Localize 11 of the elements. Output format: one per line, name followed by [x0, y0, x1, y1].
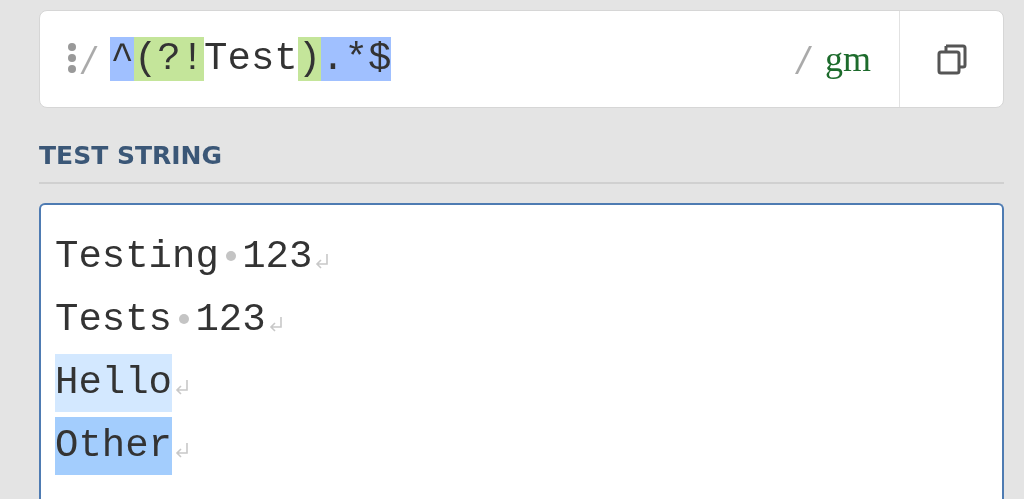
line-break-icon	[314, 252, 331, 271]
regex-flags[interactable]: gm	[825, 38, 871, 80]
test-line: Testing 123	[55, 233, 313, 281]
line-break-icon	[174, 378, 191, 397]
line-break-icon	[267, 315, 284, 334]
section-heading: TEST STRING	[39, 141, 223, 170]
test-string-field[interactable]: Testing 123 Tests 123 Hello Other	[39, 203, 1004, 499]
regex-input[interactable]: ^(?!Test).*$	[110, 34, 392, 84]
line-break-icon	[174, 441, 191, 460]
drag-handle-icon[interactable]	[67, 42, 77, 76]
test-line: Tests 123	[55, 296, 266, 344]
